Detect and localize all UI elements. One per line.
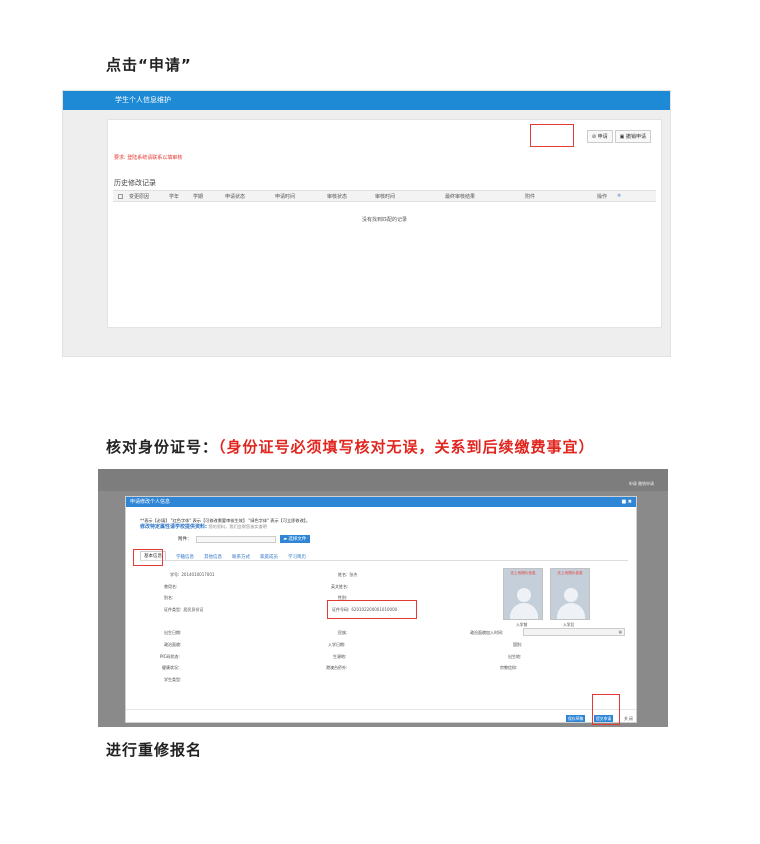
id-type-label: 证件类型: <box>164 607 182 612</box>
english-name-label: 英文姓名: <box>331 584 349 589</box>
dialog-title: 申请修改个人信息 <box>130 499 171 505</box>
info-tabs: 基本信息 学籍信息 其他信息 联系方式 家庭成员 学习简历 <box>140 551 628 561</box>
window-title: 学生个人信息维护 <box>63 91 670 110</box>
tab-study-history[interactable]: 学习简历 <box>288 554 306 560</box>
apply-button[interactable]: ⊘ 申请 <box>586 130 613 143</box>
select-all-checkbox[interactable] <box>118 193 123 199</box>
id-type-value: 居民身份证 <box>183 607 204 612</box>
notice-line-2: 修改特定属性请学校提供资料: 您的资料，我们会帮您核实查明 <box>140 524 310 530</box>
column-header[interactable]: 变更原因 <box>129 193 169 200</box>
submit-highlight-box <box>592 694 620 725</box>
birth-date-label: 出生日期: <box>164 630 182 635</box>
column-header[interactable]: 申请时间 <box>275 193 327 200</box>
photo-before-enrollment: 无上传照片信息 <box>503 568 543 620</box>
avatar-body-icon <box>510 603 538 619</box>
avatar-body-icon <box>557 603 585 619</box>
alias-label: 别名: <box>164 595 174 600</box>
sort-icon[interactable]: ≑ <box>617 193 621 199</box>
tab-contact[interactable]: 联系方式 <box>232 554 250 560</box>
select-file-button[interactable]: ▰ 选择文件 <box>279 535 311 543</box>
column-header[interactable]: 附件 <box>525 193 597 200</box>
withdraw-button[interactable]: ▣ 撤销申请 <box>614 130 651 143</box>
attachment-label: 附件： <box>178 537 192 542</box>
nationality-label: 国别: <box>513 642 523 647</box>
name-label: 姓名: <box>338 572 348 577</box>
empty-table-message: 没有找到匹配的记录 <box>361 217 407 223</box>
student-id-value: 2014010017001 <box>181 572 215 577</box>
photo-after-enrollment: 无上传照片信息 <box>550 568 590 620</box>
attachment-input[interactable] <box>195 535 276 543</box>
column-header[interactable]: 学年 <box>169 193 193 200</box>
background-toolbar-buttons: 申请 撤销申请 <box>628 481 654 486</box>
pic-status-label: PIC码状态: <box>160 654 180 659</box>
screenshot-edit-dialog: 申请 撤销申请 申请修改个人信息 ■ ✖ **表示【必填】 "红色字体" 表示【… <box>98 469 668 727</box>
column-header[interactable]: 审核时间 <box>375 193 445 200</box>
tab-other-info[interactable]: 其他信息 <box>204 554 222 560</box>
religion-label: 宗教信仰: <box>500 665 518 670</box>
dialog-footer-divider <box>126 709 636 710</box>
select-file-label: 选择文件 <box>288 537 307 542</box>
column-header[interactable]: 操作 <box>597 193 617 200</box>
tab-enrollment-info[interactable]: 学籍信息 <box>176 554 194 560</box>
step2-heading-warning: （身份证号必须填写核对无误，关系到后续缴费事宜） <box>218 438 595 456</box>
step3-heading: 进行重修报名 <box>106 741 203 759</box>
close-icon[interactable]: ■ ✖ <box>621 497 632 507</box>
enroll-date-label: 入学日期: <box>328 642 346 647</box>
screenshot-info-maintenance: 学生个人信息维护 ⊘ 申请 ▣ 撤销申请 要求: 登陆系统请联系以填审核 历史修… <box>62 90 671 357</box>
health-label: 健康状况: <box>162 665 180 670</box>
attachment-row: 附件： ▰ 选择文件 <box>178 535 311 543</box>
column-header[interactable]: 申请状态 <box>225 193 275 200</box>
background-toolbar: 申请 撤销申请 <box>98 469 668 491</box>
calendar-icon[interactable]: ▦ <box>619 630 622 634</box>
avatar-placeholder-icon <box>564 588 578 602</box>
former-name-label: 曾用名: <box>164 584 178 589</box>
name-value: 张杰 <box>349 572 358 577</box>
birthplace-label: 生源地: <box>333 654 347 659</box>
notice-bold: 修改特定属性请学校提供资料: <box>140 524 208 530</box>
id-number-highlight-box <box>327 600 417 619</box>
toolbar: ⊘ 申请 ▣ 撤销申请 <box>586 130 651 143</box>
avatar-placeholder-icon <box>517 588 531 602</box>
column-header[interactable]: 最终审核结果 <box>445 193 525 200</box>
dialog-notice: **表示【必填】 "红色字体" 表示【可修改需要审核生效】 "绿色字体" 表示【… <box>140 518 310 530</box>
photo-before-label: 无上传照片信息 <box>510 571 536 575</box>
history-table-header: 变更原因 学年 学期 申请状态 申请时间 审核状态 审核时间 最终审核结果 附件… <box>113 190 656 202</box>
student-type-label: 学生类型: <box>164 677 182 682</box>
folder-icon: ▰ <box>283 537 287 542</box>
apply-highlight-box <box>530 124 574 147</box>
step2-heading-prefix: 核对身份证号： <box>106 438 219 456</box>
withdraw-icon: ▣ <box>619 134 625 140</box>
withdraw-button-label: 撤销申请 <box>625 134 646 140</box>
ethnicity-label: 民族: <box>338 630 348 635</box>
step2-heading: 核对身份证号：（身份证号必须填写核对无误，关系到后续缴费事宜） <box>106 436 595 457</box>
dialog-title-bar: 申请修改个人信息 ■ ✖ <box>126 497 636 507</box>
basic-info-highlight-box <box>133 549 163 566</box>
save-draft-button[interactable]: 保存草稿 <box>566 715 586 722</box>
hukou-label: 港澳台侨外: <box>326 665 348 670</box>
history-section-title: 历史修改记录 <box>114 179 156 187</box>
political-status-label: 政治面貌: <box>164 642 182 647</box>
name-field: 姓名: 张杰 <box>338 572 357 578</box>
notice-gray: 您的资料，我们会帮您核实查明 <box>208 524 267 529</box>
column-header[interactable]: 审核状态 <box>327 193 375 200</box>
edit-icon: ⊘ <box>591 134 597 140</box>
column-header[interactable]: 学期 <box>193 193 225 200</box>
id-type-field: 证件类型: 居民身份证 <box>164 607 203 613</box>
student-id-label: 学号: <box>170 572 180 577</box>
apply-button-label: 申请 <box>597 134 608 140</box>
student-id-field: 学号: 2014010017001 <box>170 572 214 578</box>
tip-text: 要求: 登陆系统请联系以填审核 <box>114 155 183 161</box>
party-join-date-label: 政治面貌加入时间: <box>470 630 504 635</box>
origin-label: 出生地: <box>508 654 522 659</box>
photo-after-label: 无上传照片信息 <box>557 571 583 575</box>
step1-heading: 点击“申请” <box>106 56 192 74</box>
close-button[interactable]: 关 闭 <box>624 716 633 722</box>
party-join-date-input[interactable]: ▦ <box>523 628 625 636</box>
tab-family[interactable]: 家庭成员 <box>260 554 278 560</box>
content-panel: ⊘ 申请 ▣ 撤销申请 要求: 登陆系统请联系以填审核 历史修改记录 变更原因 … <box>107 119 662 328</box>
